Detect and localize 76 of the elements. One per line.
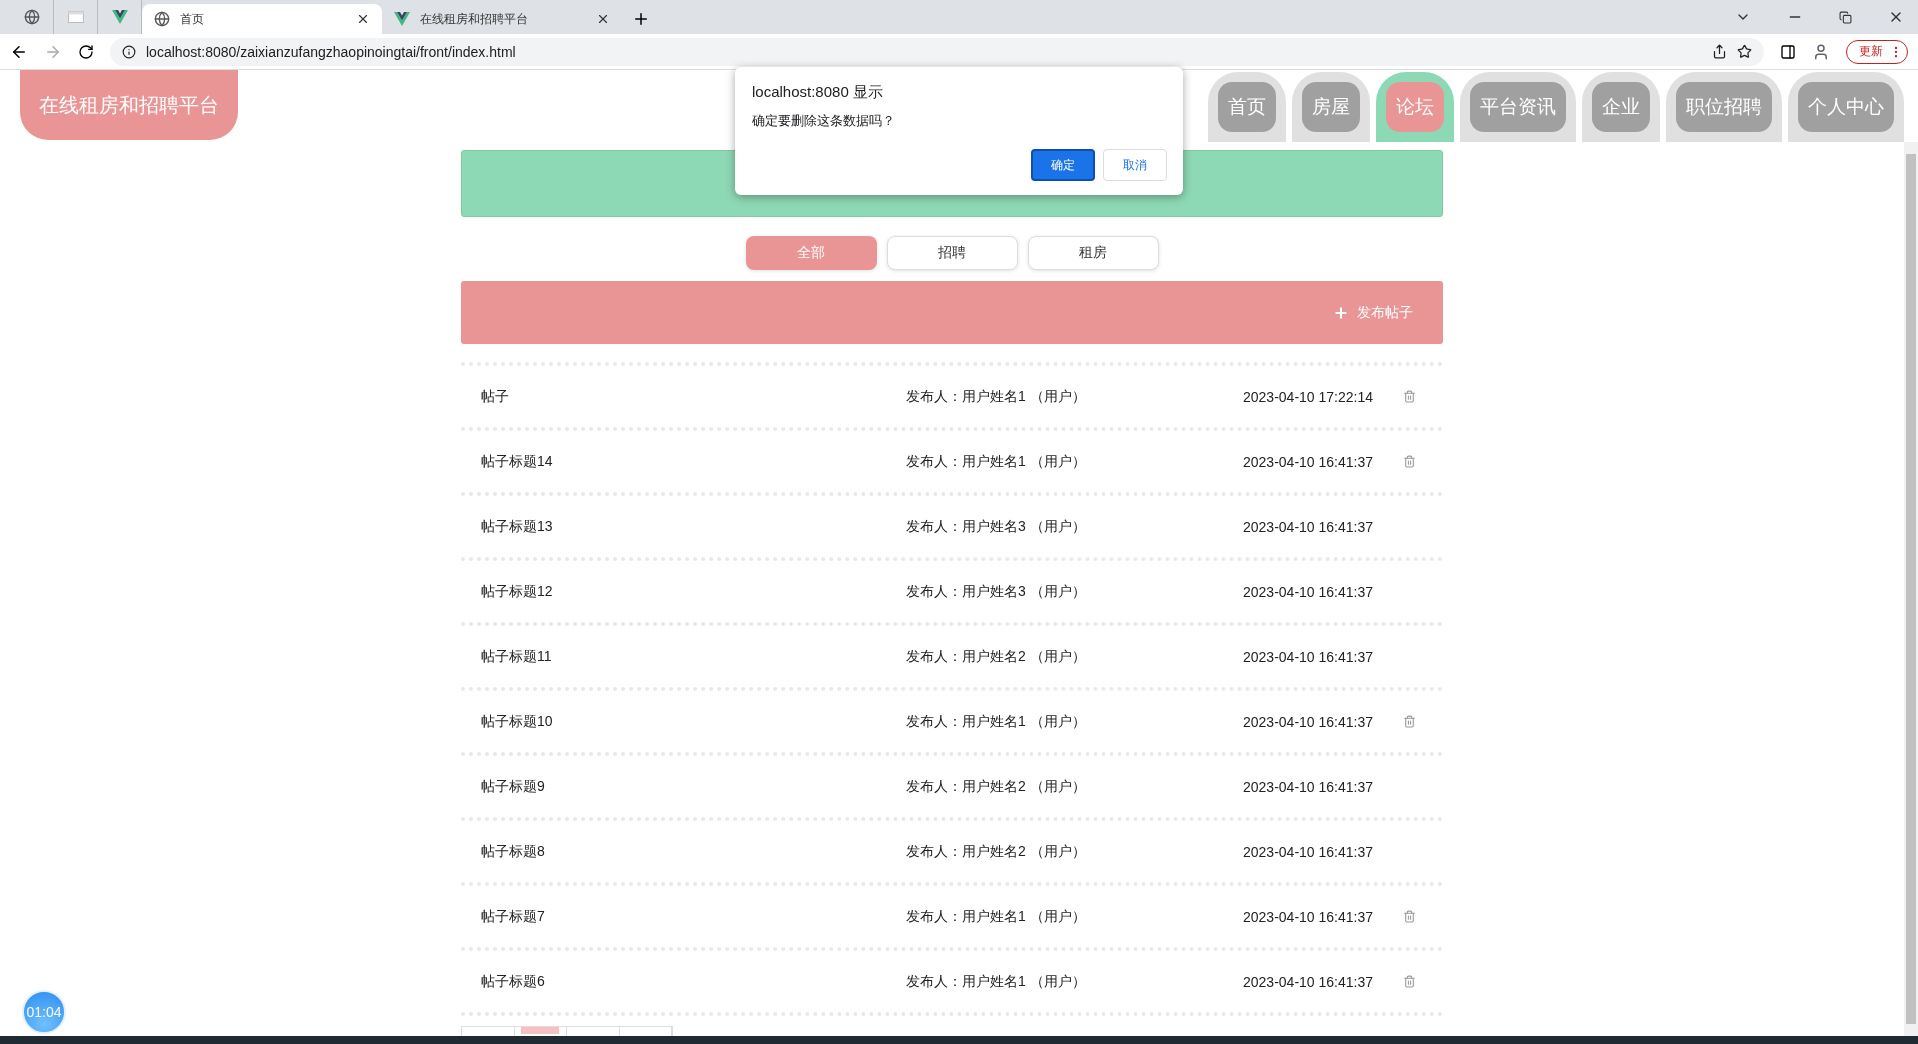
globe-icon	[23, 9, 40, 25]
browser-tab[interactable]: 首页	[142, 4, 382, 34]
vue-logo-icon	[111, 10, 128, 24]
globe-icon	[154, 11, 170, 27]
tab-title: 在线租房和招聘平台	[420, 10, 529, 28]
post-author: 发布人：用户姓名2 （用户）	[906, 842, 1087, 861]
cancel-button[interactable]: 取消	[1103, 149, 1167, 181]
post-row[interactable]: 帖子标题13 发布人：用户姓名3 （用户） 2023-04-10 16:41:37	[461, 496, 1443, 561]
post-time: 2023-04-10 16:41:37	[1243, 908, 1374, 925]
share-icon[interactable]	[1712, 44, 1727, 59]
tab-title: 首页	[180, 10, 205, 28]
post-title[interactable]: 帖子标题8	[481, 842, 906, 861]
profile-icon[interactable]	[1812, 42, 1830, 61]
new-tab-icon[interactable]	[632, 10, 650, 28]
post-author: 发布人：用户姓名1 （用户）	[906, 452, 1087, 471]
post-author: 发布人：用户姓名2 （用户）	[906, 647, 1087, 666]
dialog-message: 确定要删除这条数据吗？	[752, 112, 896, 130]
reload-icon[interactable]	[78, 43, 94, 60]
post-time: 2023-04-10 16:41:37	[1243, 713, 1374, 730]
delete-icon[interactable]	[1403, 715, 1416, 728]
post-title[interactable]: 帖子标题9	[481, 777, 906, 796]
browser-tab[interactable]: 在线租房和招聘平台	[382, 4, 622, 34]
post-title[interactable]: 帖子标题14	[481, 452, 906, 471]
post-title[interactable]: 帖子标题10	[481, 712, 906, 731]
info-icon[interactable]	[122, 44, 136, 59]
filter-tab[interactable]: 招聘	[886, 236, 1018, 270]
plus-icon	[1333, 304, 1349, 321]
delete-icon[interactable]	[1403, 910, 1416, 923]
vue-logo-icon	[394, 12, 410, 26]
post-title[interactable]: 帖子标题6	[481, 972, 906, 991]
confirm-button[interactable]: 确定	[1031, 149, 1095, 181]
delete-icon[interactable]	[1403, 455, 1416, 468]
update-button[interactable]: 更新	[1846, 39, 1908, 64]
post-row[interactable]: 帖子标题6 发布人：用户姓名1 （用户） 2023-04-10 16:41:37	[461, 951, 1443, 1016]
post-author: 发布人：用户姓名3 （用户）	[906, 517, 1087, 536]
post-time: 2023-04-10 16:41:37	[1243, 843, 1374, 860]
post-author: 发布人：用户姓名2 （用户）	[906, 777, 1087, 796]
post-author: 发布人：用户姓名1 （用户）	[906, 712, 1087, 731]
post-row[interactable]: 帖子标题12 发布人：用户姓名3 （用户） 2023-04-10 16:41:37	[461, 561, 1443, 626]
dialog-title: localhost:8080 显示	[752, 83, 884, 102]
scrollbar[interactable]	[1904, 142, 1918, 1036]
restore-icon[interactable]	[1839, 10, 1852, 24]
delete-icon[interactable]	[1403, 975, 1416, 988]
post-author: 发布人：用户姓名1 （用户）	[906, 907, 1087, 926]
post-row[interactable]: 帖子标题11 发布人：用户姓名2 （用户） 2023-04-10 16:41:37	[461, 626, 1443, 691]
post-title[interactable]: 帖子标题7	[481, 907, 906, 926]
post-time: 2023-04-10 16:41:37	[1243, 778, 1374, 795]
filter-tab[interactable]: 租房	[1027, 236, 1159, 270]
post-time: 2023-04-10 16:41:37	[1243, 453, 1374, 470]
post-row[interactable]: 帖子标题9 发布人：用户姓名2 （用户） 2023-04-10 16:41:37	[461, 756, 1443, 821]
post-time: 2023-04-10 17:22:14	[1243, 388, 1374, 405]
close-icon[interactable]	[596, 12, 610, 26]
post-row[interactable]: 帖子标题10 发布人：用户姓名1 （用户） 2023-04-10 16:41:37	[461, 691, 1443, 756]
bookmark-icon[interactable]	[1737, 44, 1752, 59]
page-icon	[67, 11, 84, 23]
post-title[interactable]: 帖子标题13	[481, 517, 906, 536]
post-time: 2023-04-10 16:41:37	[1243, 518, 1374, 535]
post-row[interactable]: 帖子标题8 发布人：用户姓名2 （用户） 2023-04-10 16:41:37	[461, 821, 1443, 886]
post-row[interactable]: 帖子 发布人：用户姓名1 （用户） 2023-04-10 17:22:14	[461, 366, 1443, 431]
close-icon[interactable]	[356, 12, 370, 26]
post-title[interactable]: 帖子标题11	[481, 647, 906, 666]
post-row[interactable]: 帖子标题14 发布人：用户姓名1 （用户） 2023-04-10 16:41:37	[461, 431, 1443, 496]
timer-badge: 01:04	[22, 990, 66, 1034]
post-title[interactable]: 帖子	[481, 387, 906, 406]
post-author: 发布人：用户姓名3 （用户）	[906, 582, 1087, 601]
post-time: 2023-04-10 16:41:37	[1243, 973, 1374, 990]
post-author: 发布人：用户姓名1 （用户）	[906, 387, 1087, 406]
address-bar[interactable]: localhost:8080/zaixianzufangzhaopinoingtai/front/index.html	[110, 37, 1764, 66]
side-panel-icon[interactable]	[1780, 43, 1796, 60]
post-time: 2023-04-10 16:41:37	[1243, 583, 1374, 600]
post-time: 2023-04-10 16:41:37	[1243, 648, 1374, 665]
post-author: 发布人：用户姓名1 （用户）	[906, 972, 1087, 991]
post-row[interactable]: 帖子标题7 发布人：用户姓名1 （用户） 2023-04-10 16:41:37	[461, 886, 1443, 951]
post-title[interactable]: 帖子标题12	[481, 582, 906, 601]
delete-icon[interactable]	[1403, 390, 1416, 403]
url-text: localhost:8080/zaixianzufangzhaopinoingtai/front/index.html	[146, 43, 516, 60]
